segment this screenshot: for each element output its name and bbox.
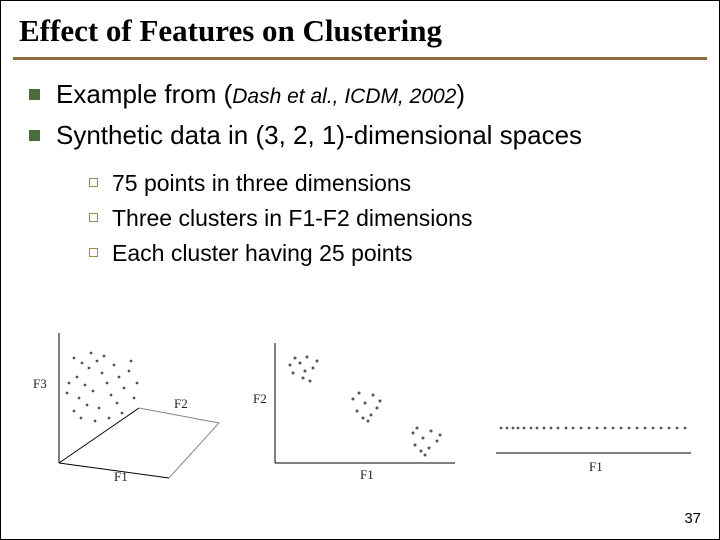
point-cloud xyxy=(289,356,442,457)
square-bullet-icon xyxy=(29,89,40,100)
axis-label-f2: F2 xyxy=(253,391,267,406)
bullet-1-post: ) xyxy=(456,79,465,109)
sub-bullet-item-2: Three clusters in F1-F2 dimensions xyxy=(89,204,695,233)
page-number: 37 xyxy=(684,510,701,527)
axis-label-f1: F1 xyxy=(589,459,603,474)
point-cloud xyxy=(66,352,139,423)
axis-label-f1: F1 xyxy=(360,467,374,482)
axis-label-f2: F2 xyxy=(174,396,188,411)
hollow-square-bullet-icon xyxy=(89,178,98,187)
point-cloud xyxy=(500,427,687,430)
axis-label-f1: F1 xyxy=(114,469,128,483)
bullet-text: Example from (Dash et al., ICDM, 2002) xyxy=(56,78,465,111)
figure-row: F3 F1 F2 xyxy=(19,303,701,483)
axis-label-f3: F3 xyxy=(33,376,47,391)
bullet-text: Synthetic data in (3, 2, 1)-dimensional … xyxy=(56,119,582,152)
sub-bullet-item-3: Each cluster having 25 points xyxy=(89,239,695,268)
sub-bullet-text: 75 points in three dimensions xyxy=(112,169,411,198)
slide: Effect of Features on Clustering Example… xyxy=(0,0,720,540)
scatter-1d-svg: F1 xyxy=(481,373,701,483)
figure-3d-scatter: F3 F1 F2 xyxy=(19,313,229,483)
square-bullet-icon xyxy=(29,130,40,141)
sub-bullet-text: Each cluster having 25 points xyxy=(112,239,412,268)
scatter-3d-svg: F3 F1 F2 xyxy=(19,313,229,483)
figure-2d-scatter: F2 F1 xyxy=(245,323,465,483)
hollow-square-bullet-icon xyxy=(89,213,98,222)
sub-bullet-text: Three clusters in F1-F2 dimensions xyxy=(112,204,472,233)
sub-bullet-item-1: 75 points in three dimensions xyxy=(89,169,695,198)
bullet-1-pre: Example from ( xyxy=(56,79,232,109)
bullet-item-1: Example from (Dash et al., ICDM, 2002) xyxy=(29,78,695,111)
slide-body: Example from (Dash et al., ICDM, 2002) S… xyxy=(1,60,719,267)
sub-bullet-list: 75 points in three dimensions Three clus… xyxy=(29,159,695,267)
bullet-item-2: Synthetic data in (3, 2, 1)-dimensional … xyxy=(29,119,695,152)
figure-1d-scatter: F1 xyxy=(481,373,701,483)
hollow-square-bullet-icon xyxy=(89,248,98,257)
page-title: Effect of Features on Clustering xyxy=(1,1,719,57)
bullet-1-citation: Dash et al., ICDM, 2002 xyxy=(232,85,456,108)
scatter-2d-svg: F2 F1 xyxy=(245,323,465,483)
